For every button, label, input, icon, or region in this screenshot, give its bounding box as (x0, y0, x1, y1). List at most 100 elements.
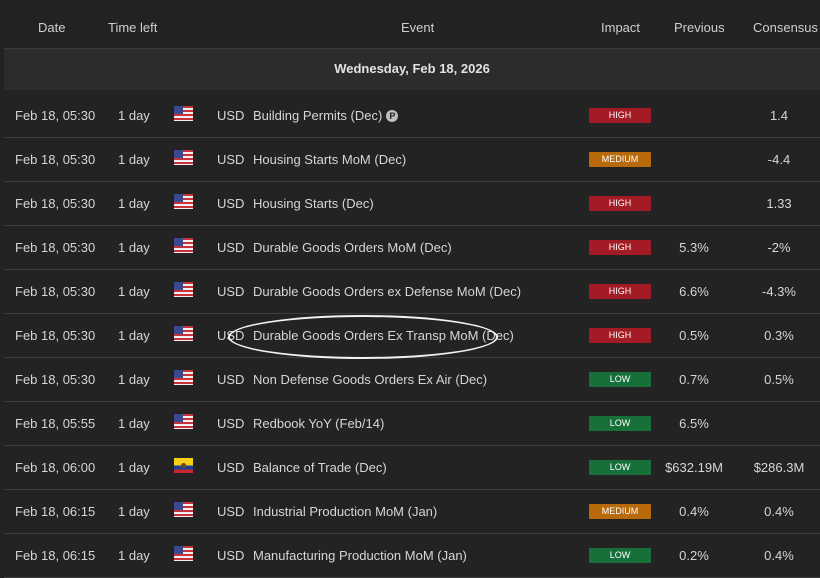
impact-badge: HIGH (589, 284, 651, 299)
impact-badge: MEDIUM (589, 504, 651, 519)
row-event-name[interactable]: Non Defense Goods Orders Ex Air (Dec) (253, 358, 487, 402)
table-header: Date Time left Event Impact Previous Con… (0, 0, 820, 48)
row-consensus: -2% (767, 240, 791, 255)
us-flag-icon (174, 194, 194, 210)
row-event-name[interactable]: Industrial Production MoM (Jan) (253, 490, 437, 534)
table-row[interactable]: Feb 18, 05:30 1 day USD Building Permits (D… (4, 94, 820, 138)
row-date: Feb 18, 05:30 (15, 284, 96, 299)
row-currency: USD (217, 284, 245, 299)
row-currency: USD (217, 372, 245, 387)
row-time-left: 1 day (118, 372, 150, 387)
event-name-text[interactable]: Manufacturing Production MoM (Jan) (253, 548, 467, 563)
header-event[interactable]: Event (401, 0, 434, 48)
row-date: Feb 18, 06:00 (15, 460, 96, 475)
row-date: Feb 18, 06:15 (15, 504, 96, 519)
row-currency: USD (217, 240, 245, 255)
row-event-name[interactable]: Building Permits (Dec) P (253, 94, 399, 138)
event-name-text[interactable]: Building Permits (Dec) (253, 108, 382, 123)
event-name-text[interactable]: Redbook YoY (Feb/14) (253, 416, 384, 431)
row-date: Feb 18, 05:30 (15, 372, 96, 387)
table-row[interactable]: Feb 18, 05:30 1 day USD Durable Goods Order… (4, 226, 820, 270)
us-flag-icon (174, 150, 194, 166)
row-time-left: 1 day (118, 460, 150, 475)
table-row[interactable]: Feb 18, 05:30 1 day USD Durable Goods Order… (4, 270, 820, 314)
us-flag-icon (174, 414, 194, 430)
event-name-text[interactable]: Durable Goods Orders Ex Transp MoM (Dec) (253, 328, 514, 343)
row-consensus: 0.4% (764, 504, 794, 519)
table-row[interactable]: Feb 18, 05:30 1 day USD Housing Starts MoM … (4, 138, 820, 182)
row-date: Feb 18, 06:15 (15, 548, 96, 563)
row-currency: USD (217, 196, 245, 211)
row-time-left: 1 day (118, 416, 150, 431)
row-date: Feb 18, 05:30 (15, 328, 96, 343)
row-previous: 5.3% (679, 240, 709, 255)
us-flag-icon (174, 326, 194, 342)
row-previous: 0.5% (679, 328, 709, 343)
impact-badge: HIGH (589, 108, 651, 123)
row-event-name[interactable]: Manufacturing Production MoM (Jan) (253, 534, 467, 578)
table-row[interactable]: Feb 18, 06:00 1 day USD Balance of Trade (D… (4, 446, 820, 490)
table-row[interactable]: Feb 18, 06:15 1 day USD Manufacturing Produ… (4, 534, 820, 578)
row-event-name[interactable]: Housing Starts (Dec) (253, 182, 374, 226)
row-event-name[interactable]: Durable Goods Orders MoM (Dec) (253, 226, 452, 270)
event-name-text[interactable]: Non Defense Goods Orders Ex Air (Dec) (253, 372, 487, 387)
event-name-text[interactable]: Industrial Production MoM (Jan) (253, 504, 437, 519)
table-row[interactable]: Feb 18, 05:30 1 day USD Durable Goods Order… (4, 314, 820, 358)
row-currency: USD (217, 108, 245, 123)
impact-badge: LOW (589, 548, 651, 563)
row-previous: 0.7% (679, 372, 709, 387)
row-previous: $632.19M (665, 460, 723, 475)
row-consensus: -4.4 (767, 152, 791, 167)
row-currency: USD (217, 460, 245, 475)
table-row[interactable]: Feb 18, 05:30 1 day USD Housing Starts (Dec… (4, 182, 820, 226)
row-previous (654, 138, 734, 182)
row-previous: 6.6% (679, 284, 709, 299)
us-flag-icon (174, 370, 194, 386)
row-previous: 0.2% (679, 548, 709, 563)
event-name-text[interactable]: Balance of Trade (Dec) (253, 460, 387, 475)
row-currency: USD (217, 548, 245, 563)
row-currency: USD (217, 416, 245, 431)
impact-badge: MEDIUM (589, 152, 651, 167)
table-row[interactable]: Feb 18, 06:15 1 day USD Industrial Producti… (4, 490, 820, 534)
header-time-left[interactable]: Time left (108, 0, 157, 48)
row-consensus: 0.3% (764, 328, 794, 343)
us-flag-icon (174, 502, 194, 518)
row-event-name[interactable]: Housing Starts MoM (Dec) (253, 138, 406, 182)
event-name-text[interactable]: Durable Goods Orders ex Defense MoM (Dec… (253, 284, 521, 299)
impact-badge: LOW (589, 372, 651, 387)
row-time-left: 1 day (118, 196, 150, 211)
row-event-name[interactable]: Durable Goods Orders Ex Transp MoM (Dec) (253, 314, 514, 358)
header-date[interactable]: Date (38, 0, 65, 48)
economic-calendar: Date Time left Event Impact Previous Con… (0, 0, 820, 578)
row-event-name[interactable]: Balance of Trade (Dec) (253, 446, 387, 490)
row-event-name[interactable]: Durable Goods Orders ex Defense MoM (Dec… (253, 270, 521, 314)
impact-badge: LOW (589, 460, 651, 475)
row-date: Feb 18, 05:30 (15, 196, 96, 211)
preliminary-icon: P (386, 109, 399, 122)
impact-badge: LOW (589, 416, 651, 431)
event-name-text[interactable]: Durable Goods Orders MoM (Dec) (253, 240, 452, 255)
header-impact[interactable]: Impact (601, 0, 640, 48)
impact-badge: HIGH (589, 328, 651, 343)
row-time-left: 1 day (118, 152, 150, 167)
row-consensus: 1.4 (769, 108, 789, 123)
row-event-name[interactable]: Redbook YoY (Feb/14) (253, 402, 384, 446)
row-previous (654, 182, 734, 226)
date-group-label: Wednesday, Feb 18, 2026 (334, 61, 490, 76)
table-row[interactable]: Feb 18, 05:55 1 day USD Redbook YoY (Feb/14… (4, 402, 820, 446)
table-row[interactable]: Feb 18, 05:30 1 day USD Non Defense Goods O… (4, 358, 820, 402)
row-time-left: 1 day (118, 328, 150, 343)
date-group-header: Wednesday, Feb 18, 2026 (4, 48, 820, 92)
us-flag-icon (174, 546, 194, 562)
header-consensus[interactable]: Consensus (753, 0, 818, 48)
row-date: Feb 18, 05:30 (15, 152, 96, 167)
row-consensus: 1.33 (766, 196, 792, 211)
us-flag-icon (174, 106, 194, 122)
event-name-text[interactable]: Housing Starts (Dec) (253, 196, 374, 211)
row-date: Feb 18, 05:30 (15, 108, 96, 123)
us-flag-icon (174, 282, 194, 298)
header-previous[interactable]: Previous (674, 0, 725, 48)
row-date: Feb 18, 05:55 (15, 416, 96, 431)
event-name-text[interactable]: Housing Starts MoM (Dec) (253, 152, 406, 167)
